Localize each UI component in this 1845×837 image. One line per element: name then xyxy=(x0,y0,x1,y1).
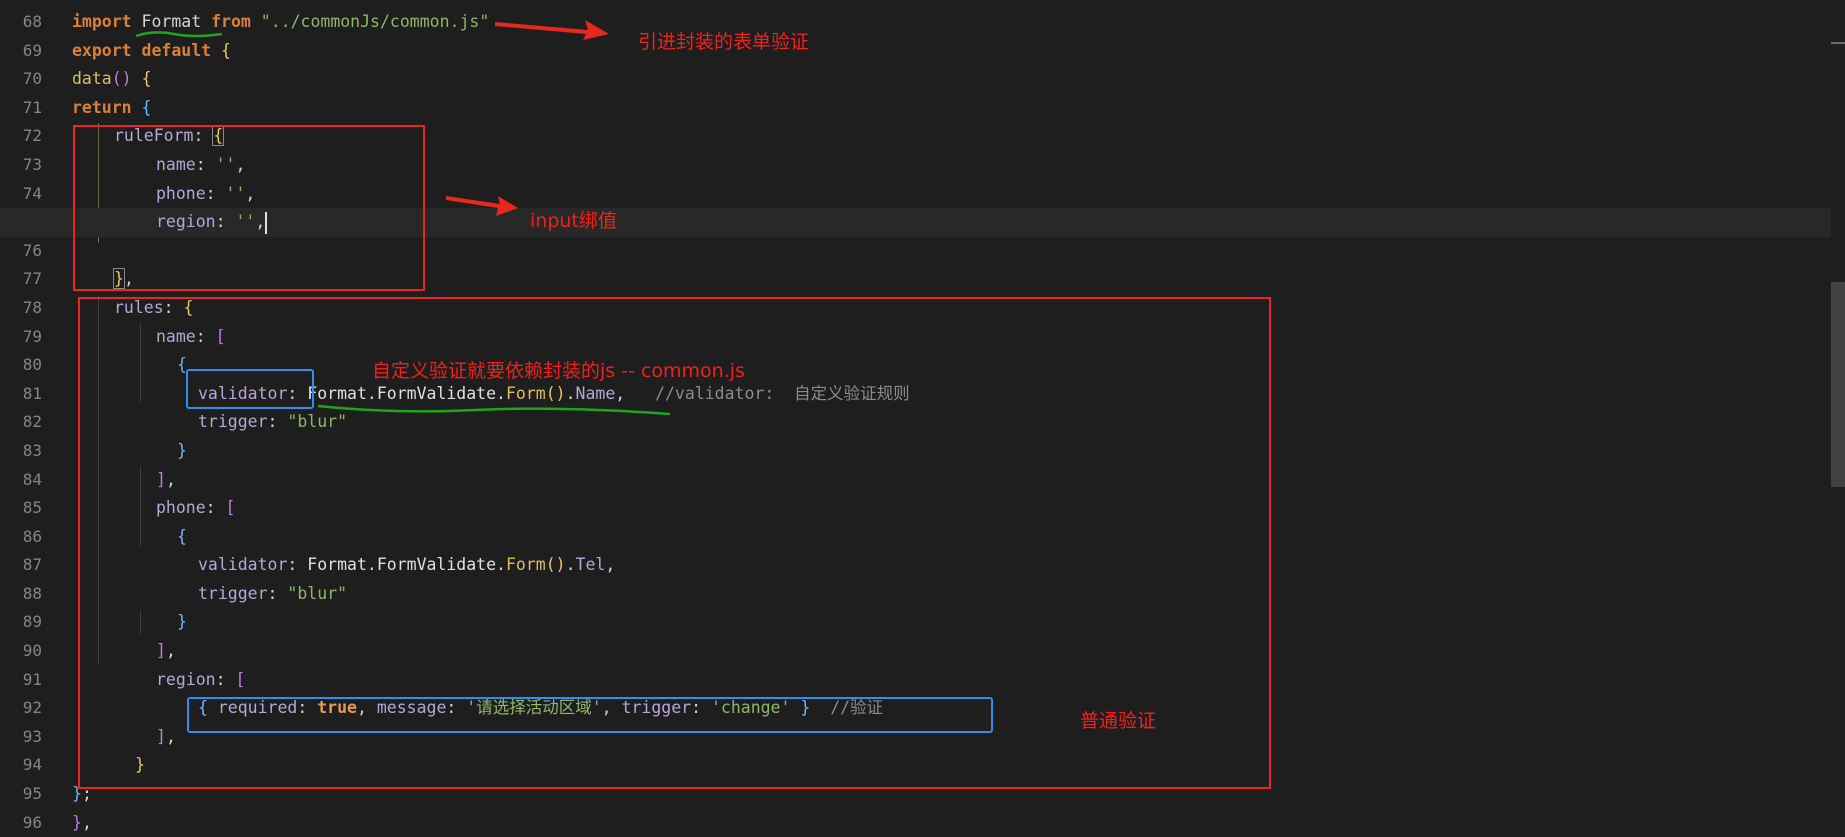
code-line-71: return { xyxy=(72,94,1825,123)
line-number: 74 xyxy=(22,183,42,203)
line-number: 92 xyxy=(22,698,42,718)
brace: } xyxy=(72,812,82,832)
line-number: 71 xyxy=(22,97,42,117)
format-underline xyxy=(135,31,223,38)
line-number: 68 xyxy=(22,12,42,31)
vertical-scrollbar[interactable] xyxy=(1831,0,1845,837)
import-note: 引进封装的表单验证 xyxy=(638,31,810,53)
line-number: 90 xyxy=(22,641,42,661)
keyword-import: import xyxy=(72,12,132,31)
code-line-70: data() { xyxy=(72,65,1825,94)
code-editor[interactable]: 6869707172737475767778798081828384858687… xyxy=(0,0,1845,837)
line-number: 69 xyxy=(22,40,42,60)
line-number: 73 xyxy=(22,154,42,174)
normal-rule-highlight-box xyxy=(187,697,993,733)
ruleform-highlight-box xyxy=(73,125,425,291)
line-number: 78 xyxy=(22,297,42,317)
line-number: 94 xyxy=(22,755,42,775)
line-number: 89 xyxy=(22,612,42,632)
validator-call-underline xyxy=(317,404,671,416)
line-number: 93 xyxy=(22,726,42,746)
line-number: 76 xyxy=(22,240,42,260)
normal-validation-note: 普通验证 xyxy=(1080,710,1157,732)
line-number: 80 xyxy=(22,355,42,375)
custom-validation-note: 自定义验证就要依赖封装的js -- common.js xyxy=(372,360,745,382)
line-number: 79 xyxy=(22,326,42,346)
keyword-return: return xyxy=(72,97,132,117)
line-number: 77 xyxy=(22,269,42,289)
line-number: 87 xyxy=(22,555,42,575)
line-number: 83 xyxy=(22,440,42,460)
function-data: data xyxy=(72,69,112,89)
line-number: 84 xyxy=(22,469,42,489)
keyword-default: default xyxy=(141,40,212,60)
line-number: 81 xyxy=(22,383,42,403)
code-line-69: export default { xyxy=(72,37,1825,66)
import-path-string: "../commonJs/common.js" xyxy=(260,12,490,31)
paren: () xyxy=(111,69,132,89)
code-line-68: import Format from "../commonJs/common.j… xyxy=(72,8,1825,37)
line-number: 85 xyxy=(22,498,42,518)
brace: { xyxy=(141,97,152,117)
scrollbar-thumb[interactable] xyxy=(1831,282,1845,487)
input-arrow-icon xyxy=(446,196,518,216)
input-binding-note: input绑值 xyxy=(530,210,617,232)
comma: , xyxy=(81,812,92,832)
import-arrow-icon xyxy=(495,20,609,40)
line-number: 91 xyxy=(22,669,42,689)
validator-highlight-box xyxy=(186,369,314,409)
keyword-export: export xyxy=(72,40,132,60)
code-line-96: }, xyxy=(72,809,1825,837)
line-number-gutter: 6869707172737475767778798081828384858687… xyxy=(0,8,50,837)
line-number: 86 xyxy=(22,526,42,546)
brace: { xyxy=(221,40,231,60)
line-number: 82 xyxy=(22,412,42,432)
line-number: 72 xyxy=(22,126,42,146)
line-number: 88 xyxy=(22,583,42,603)
scrollbar-marker xyxy=(1831,42,1845,44)
brace: { xyxy=(141,69,152,89)
line-number: 70 xyxy=(22,69,42,89)
line-number: 96 xyxy=(22,812,42,832)
line-number: 95 xyxy=(22,784,42,804)
